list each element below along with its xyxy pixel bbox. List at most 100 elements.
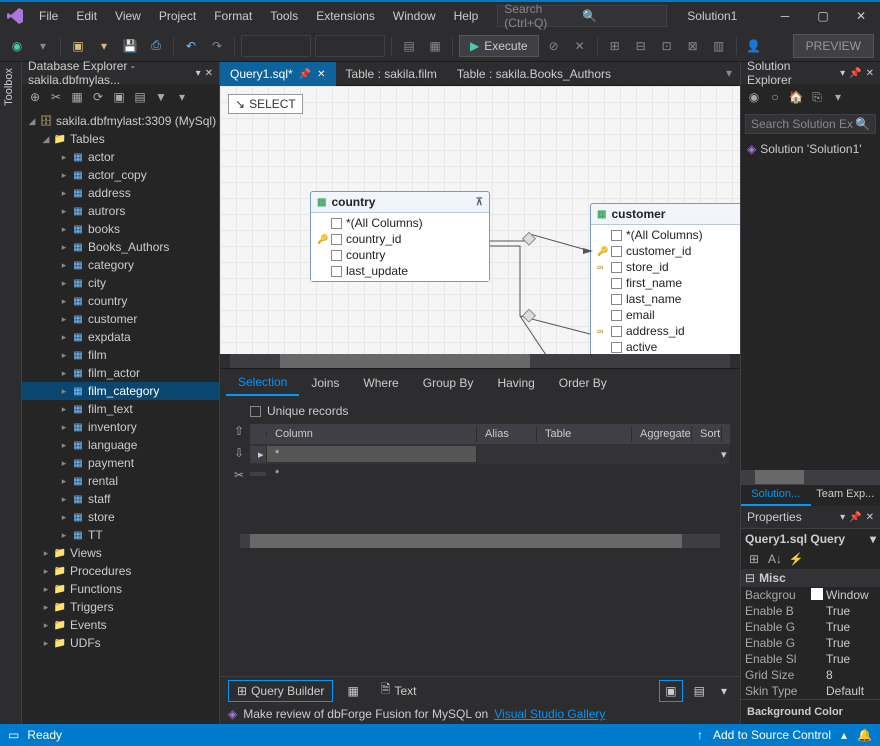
tab-team[interactable]: Team Exp... — [811, 485, 880, 506]
menu-edit[interactable]: Edit — [67, 4, 106, 28]
maximize-button[interactable]: ▢ — [804, 1, 842, 31]
opt1-icon[interactable]: ⊡ — [656, 35, 678, 57]
criteria-tab-selection[interactable]: Selection — [226, 370, 299, 396]
more-icon[interactable]: ▾ — [173, 88, 191, 106]
column-row[interactable]: active — [591, 339, 740, 354]
table-header[interactable]: ▦ country ⊼ — [311, 192, 489, 213]
query-designer[interactable]: ↘ SELECT ▦ country ⊼ *(All Columns)🔑coun… — [220, 86, 740, 354]
expand-icon[interactable]: ▸ — [58, 224, 70, 235]
cancel-icon[interactable]: ✕ — [569, 35, 591, 57]
expand-icon[interactable]: ▸ — [58, 260, 70, 271]
column-row[interactable]: 🔑country_id — [311, 231, 489, 247]
events-icon[interactable]: ⚡ — [787, 550, 805, 568]
save-all-icon[interactable]: ⎙ — [145, 35, 167, 57]
criteria-tab-where[interactable]: Where — [351, 371, 410, 395]
platform-dropdown[interactable] — [315, 35, 385, 57]
table-node-film_text[interactable]: ▸▦film_text — [22, 400, 219, 418]
more-icon[interactable]: ▾ — [829, 88, 847, 106]
column-checkbox[interactable] — [611, 230, 622, 241]
back-icon[interactable]: ◉ — [745, 88, 763, 106]
forward-icon[interactable]: ▾ — [32, 35, 54, 57]
property-row[interactable]: Enable GTrue — [741, 635, 880, 651]
dropdown-icon[interactable]: ▾ — [840, 512, 845, 523]
query-builder-button[interactable]: ⊞ Query Builder — [228, 680, 333, 702]
expand-icon[interactable]: ▸ — [58, 494, 70, 505]
collapse-icon[interactable]: ⊼ — [476, 197, 483, 208]
criteria-tab-joins[interactable]: Joins — [299, 371, 351, 395]
collapse-icon[interactable]: ◢ — [26, 116, 38, 127]
table-node-rental[interactable]: ▸▦rental — [22, 472, 219, 490]
save-icon[interactable]: 💾 — [119, 35, 141, 57]
prop-value[interactable]: Default — [826, 684, 876, 698]
property-row[interactable]: BackgrouWindow — [741, 587, 880, 603]
expand-icon[interactable]: ▸ — [58, 332, 70, 343]
column-checkbox[interactable] — [331, 266, 342, 277]
layout1-button[interactable]: ▣ — [659, 680, 682, 702]
dropdown-icon[interactable]: ▴ — [841, 728, 847, 742]
col-sort[interactable]: Sort — [692, 426, 722, 442]
table-customer[interactable]: ▦ customer *(All Columns)🔑customer_id∞st… — [590, 203, 740, 354]
property-row[interactable]: Enable SlTrue — [741, 651, 880, 667]
open-icon[interactable]: ▾ — [93, 35, 115, 57]
expand-icon[interactable]: ▸ — [58, 386, 70, 397]
column-checkbox[interactable] — [611, 310, 622, 321]
menu-project[interactable]: Project — [150, 4, 205, 28]
new-icon[interactable]: ▣ — [67, 35, 89, 57]
text-view-button[interactable]: 🗎 Text — [373, 677, 425, 704]
folder-node-functions[interactable]: ▸📁Functions — [22, 580, 219, 598]
plug-icon[interactable]: ✂ — [47, 88, 65, 106]
menu-help[interactable]: Help — [445, 4, 488, 28]
col-alias[interactable]: Alias — [477, 426, 537, 442]
page-icon[interactable]: ▤ — [398, 35, 420, 57]
prop-value[interactable]: True — [826, 604, 876, 618]
column-row[interactable]: *(All Columns) — [591, 227, 740, 243]
db-icon[interactable]: ▦ — [424, 35, 446, 57]
menu-tools[interactable]: Tools — [261, 4, 307, 28]
folder-node-views[interactable]: ▸📁Views — [22, 544, 219, 562]
toolbox-rail[interactable]: Toolbox — [0, 62, 22, 724]
criteria-tab-having[interactable]: Having — [485, 371, 546, 395]
se-scrollbar[interactable] — [741, 470, 880, 484]
table-node-payment[interactable]: ▸▦payment — [22, 454, 219, 472]
table-node-inventory[interactable]: ▸▦inventory — [22, 418, 219, 436]
preview-button[interactable]: PREVIEW — [793, 34, 874, 58]
column-checkbox[interactable] — [611, 278, 622, 289]
expand-icon[interactable]: ▸ — [58, 440, 70, 451]
expand-icon[interactable]: ▸ — [40, 548, 52, 559]
move-down-icon[interactable]: ⇩ — [230, 444, 248, 462]
grid-row[interactable]: * — [250, 464, 730, 484]
property-row[interactable]: Enable BTrue — [741, 603, 880, 619]
prop-category[interactable]: ⊟ Misc — [741, 569, 880, 587]
folder-node-udfs[interactable]: ▸📁UDFs — [22, 634, 219, 652]
chart-icon[interactable]: ⊟ — [630, 35, 652, 57]
grid-icon[interactable]: ⊞ — [604, 35, 626, 57]
menu-view[interactable]: View — [106, 4, 150, 28]
filter-icon[interactable]: ▼ — [152, 88, 170, 106]
table-node-language[interactable]: ▸▦language — [22, 436, 219, 454]
column-checkbox[interactable] — [611, 294, 622, 305]
pin-icon[interactable]: 📌 — [849, 512, 861, 523]
collapse-icon[interactable]: ⊟ — [745, 571, 755, 585]
data-view-button[interactable]: ▦ — [339, 681, 366, 701]
redo-icon[interactable]: ↷ — [206, 35, 228, 57]
expand-icon[interactable]: ▸ — [58, 530, 70, 541]
table-node-film[interactable]: ▸▦film — [22, 346, 219, 364]
column-row[interactable]: 🔑customer_id — [591, 243, 740, 259]
close-icon[interactable]: ✕ — [205, 68, 213, 79]
grid-row[interactable]: ▸ * ▾ — [250, 444, 730, 464]
refresh-icon[interactable]: ⟳ — [89, 88, 107, 106]
props-object[interactable]: Query1.sql Query ▾ — [741, 529, 880, 549]
source-control-button[interactable]: Add to Source Control — [713, 728, 831, 742]
column-row[interactable]: ∞store_id — [591, 259, 740, 275]
promo-link[interactable]: Visual Studio Gallery — [494, 707, 605, 721]
table-node-address[interactable]: ▸▦address — [22, 184, 219, 202]
expand-icon[interactable]: ▸ — [58, 188, 70, 199]
layout3-button[interactable]: ▾ — [716, 681, 732, 701]
dropdown-icon[interactable]: ▾ — [840, 68, 845, 79]
prop-value[interactable]: True — [826, 652, 876, 666]
col-table[interactable]: Table — [537, 426, 632, 442]
table-node-autrors[interactable]: ▸▦autrors — [22, 202, 219, 220]
col-column[interactable]: Column — [267, 426, 477, 442]
expand-icon[interactable]: ▸ — [58, 170, 70, 181]
expand-icon[interactable]: ▸ — [58, 206, 70, 217]
